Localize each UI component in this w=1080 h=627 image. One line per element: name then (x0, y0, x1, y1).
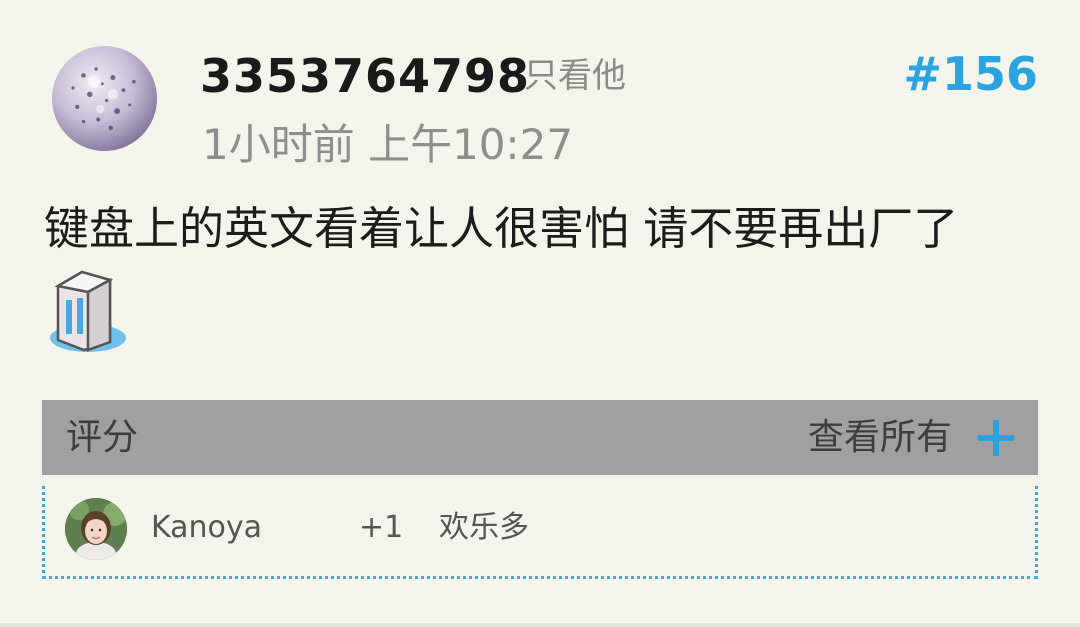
only-him-button[interactable]: 只看他 (524, 56, 626, 96)
view-all-button[interactable]: 查看所有 (808, 417, 952, 459)
rating-label: 评分 (66, 417, 139, 458)
sweat-drop-emoji-icon (44, 266, 128, 358)
post-time: 1小时前 上午10:27 (202, 120, 574, 169)
rater-reason: 欢乐多 (439, 510, 529, 545)
rating-list: Kanoya +1 欢乐多 (42, 486, 1038, 579)
divider (0, 623, 1080, 627)
post-card: 3353764798 只看他 #156 1小时前 上午10:27 键盘上的英文看… (0, 0, 1080, 627)
user-avatar[interactable] (52, 46, 157, 151)
rating-bar: 评分 查看所有 (42, 400, 1038, 475)
post-content: 键盘上的英文看着让人很害怕 请不要再出厂了 (44, 202, 959, 255)
rater-name[interactable]: Kanoya (151, 510, 262, 546)
plus-icon[interactable] (976, 418, 1016, 458)
username[interactable]: 3353764798 (200, 50, 530, 102)
rater-score: +1 (359, 510, 404, 545)
rater-avatar[interactable] (65, 498, 127, 560)
floor-number: #156 (903, 47, 1038, 101)
